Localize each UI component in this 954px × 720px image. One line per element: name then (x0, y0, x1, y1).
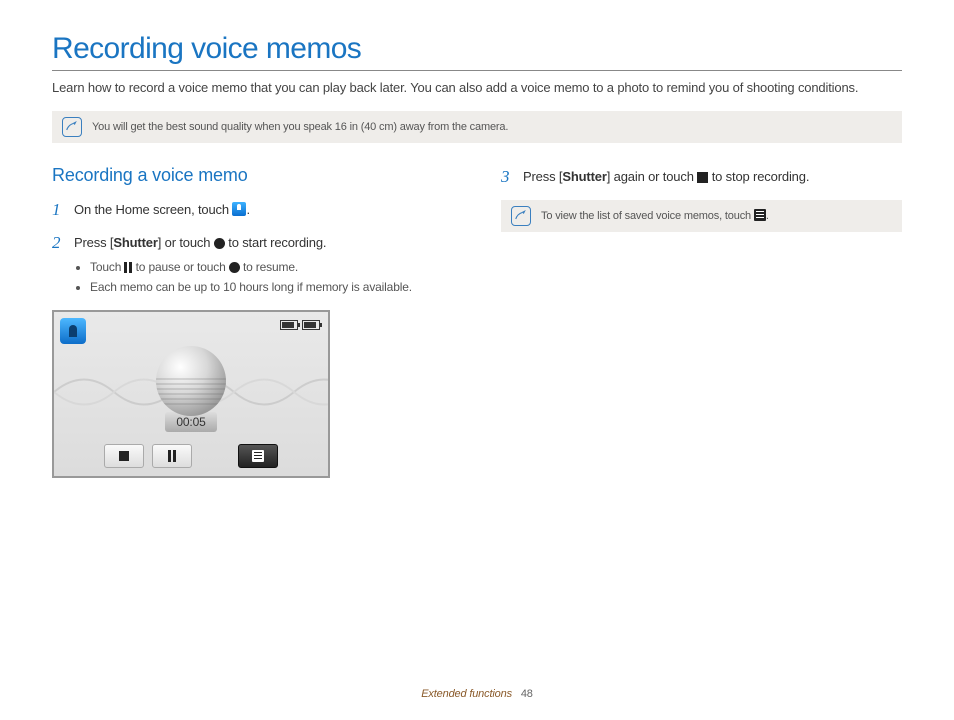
device-app-icon (60, 318, 86, 344)
substep: Each memo can be up to 10 hours long if … (90, 278, 453, 296)
step-number: 3 (501, 167, 515, 187)
stop-icon (697, 172, 708, 183)
tip-note-text: To view the list of saved voice memos, t… (541, 209, 769, 222)
note-icon (62, 117, 82, 137)
page-footer: Extended functions 48 (0, 688, 954, 700)
voice-memo-app-icon (232, 202, 246, 216)
record-icon (229, 262, 240, 273)
shutter-key-label: Shutter (113, 235, 157, 250)
step-number: 2 (52, 233, 66, 299)
step-number: 1 (52, 200, 66, 220)
substep: Touch to pause or touch to resume. (90, 258, 453, 276)
device-screenshot: 00:05 (52, 310, 330, 478)
step-3: 3 Press [Shutter] again or touch to stop… (501, 167, 902, 187)
tip-note-right: To view the list of saved voice memos, t… (501, 200, 902, 232)
title-rule (52, 70, 902, 71)
device-status-icons (280, 320, 320, 330)
shutter-key-label: Shutter (562, 169, 606, 184)
microphone-graphic: 00:05 (156, 346, 226, 436)
memo-list-icon (754, 209, 766, 221)
battery-icon (302, 320, 320, 330)
step-1: 1 On the Home screen, touch . (52, 200, 453, 220)
device-memo-list-button[interactable] (238, 444, 278, 468)
step-2: 2 Press [Shutter] or touch to start reco… (52, 233, 453, 299)
intro-text: Learn how to record a voice memo that yo… (52, 79, 902, 97)
tip-note-top: You will get the best sound quality when… (52, 111, 902, 143)
page-title: Recording voice memos (52, 32, 902, 66)
footer-section: Extended functions (421, 688, 512, 700)
record-icon (214, 238, 225, 249)
step-text: On the Home screen, touch (74, 202, 232, 217)
device-stop-button[interactable] (104, 444, 144, 468)
device-pause-button[interactable] (152, 444, 192, 468)
tip-note-text: You will get the best sound quality when… (92, 121, 508, 133)
section-title: Recording a voice memo (52, 165, 453, 186)
footer-page-number: 48 (521, 688, 533, 700)
right-column: 3 Press [Shutter] again or touch to stop… (501, 165, 902, 478)
memory-icon (280, 320, 298, 330)
note-icon (511, 206, 531, 226)
left-column: Recording a voice memo 1 On the Home scr… (52, 165, 453, 478)
